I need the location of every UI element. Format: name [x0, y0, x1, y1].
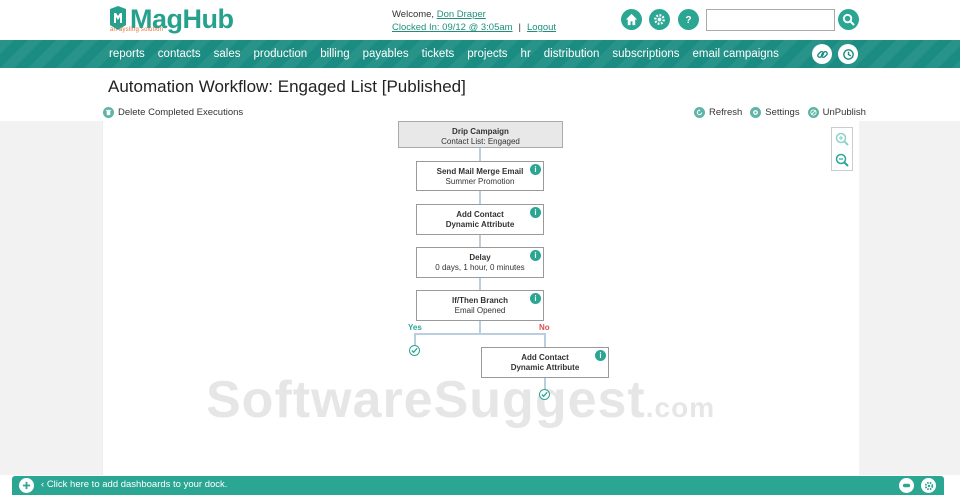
node-title: Add Contact [521, 353, 569, 362]
gear-icon [924, 481, 933, 490]
zoom-out-button[interactable] [832, 149, 852, 170]
no-label: No [539, 323, 550, 332]
add-contact-node[interactable]: i Add Contact Dynamic Attribute [416, 204, 544, 235]
unpublish-button[interactable]: UnPublish [807, 106, 866, 118]
zoom-in-button[interactable] [832, 128, 852, 149]
zoom-in-icon [835, 132, 849, 146]
nav-sales[interactable]: sales [214, 48, 241, 60]
page-title: Automation Workflow: Engaged List [Publi… [108, 77, 466, 96]
app-header: MagHub an aysling solution Welcome, Don … [0, 0, 960, 40]
unpublish-label: UnPublish [822, 106, 866, 118]
question-icon: ? [685, 15, 691, 26]
nav-projects[interactable]: projects [467, 48, 507, 60]
yes-label: Yes [408, 323, 422, 332]
nav-tickets[interactable]: tickets [422, 48, 455, 60]
settings-action-button[interactable]: Settings [750, 106, 800, 118]
search-icon [842, 13, 855, 26]
if-then-branch-node[interactable]: i If/Then Branch Email Opened [416, 290, 544, 321]
info-icon[interactable]: i [530, 250, 541, 261]
search-button[interactable] [838, 9, 859, 30]
welcome-block: Welcome, Don Draper Clocked In: 09/12 @ … [392, 8, 556, 34]
connector [479, 320, 481, 334]
nav-production[interactable]: production [253, 48, 307, 60]
connector-no [544, 333, 546, 347]
connector [479, 147, 481, 161]
info-icon[interactable]: i [530, 293, 541, 304]
node-subtitle: Email Opened [454, 306, 506, 315]
trigger-node[interactable]: Drip Campaign Contact List: Engaged [398, 121, 563, 148]
canvas-gutter-right [859, 121, 960, 475]
node-subtitle: Dynamic Attribute [445, 220, 515, 229]
node-title: If/Then Branch [451, 296, 508, 305]
node-title: Add Contact [456, 210, 504, 219]
history-button[interactable] [838, 44, 858, 64]
dashboard-dock[interactable]: ‹ Click here to add dashboards to your d… [12, 476, 944, 495]
send-email-node[interactable]: i Send Mail Merge Email Summer Promotion [416, 161, 544, 191]
watermark: SoftwareSuggest.com [206, 371, 716, 429]
home-button[interactable] [621, 9, 642, 30]
gear-icon [654, 14, 665, 25]
welcome-prefix: Welcome, [392, 9, 435, 20]
node-subtitle: Dynamic Attribute [510, 363, 580, 372]
node-title: Send Mail Merge Email [436, 167, 524, 176]
node-subtitle: 0 days, 1 hour, 0 minutes [435, 263, 525, 272]
zoom-out-icon [835, 153, 849, 167]
logout-link[interactable]: Logout [527, 22, 556, 33]
plus-icon [22, 481, 31, 490]
dock-settings-button[interactable] [921, 478, 936, 493]
svg-text:?: ? [685, 15, 691, 26]
nav-subscriptions[interactable]: subscriptions [612, 48, 679, 60]
delete-completed-button[interactable]: Delete Completed Executions [103, 106, 244, 118]
right-actions: Refresh Settings UnPublish [686, 105, 866, 119]
node-title: Drip Campaign [452, 127, 509, 136]
refresh-button[interactable]: Refresh [694, 106, 743, 118]
nav-reports[interactable]: reports [109, 48, 145, 60]
end-check-icon [409, 345, 420, 356]
toggle-icon [902, 483, 911, 488]
unpublish-icon [807, 106, 819, 118]
node-title: Delay [469, 253, 491, 262]
user-name-link[interactable]: Don Draper [437, 9, 486, 20]
delay-node[interactable]: i Delay 0 days, 1 hour, 0 minutes [416, 247, 544, 278]
nav-email-campaigns[interactable]: email campaigns [693, 48, 779, 60]
nav-distribution[interactable]: distribution [544, 48, 600, 60]
nav-contacts[interactable]: contacts [158, 48, 201, 60]
dock-hint[interactable]: ‹ Click here to add dashboards to your d… [41, 479, 227, 490]
node-subtitle: Summer Promotion [445, 177, 515, 186]
connector [479, 190, 481, 204]
link-icon [816, 50, 828, 58]
clock-status-link[interactable]: Clocked In: 09/12 @ 3:05am [392, 22, 513, 33]
canvas-gutter-left [0, 121, 102, 475]
refresh-icon [694, 106, 705, 118]
info-icon[interactable]: i [595, 350, 606, 361]
info-icon[interactable]: i [530, 207, 541, 218]
history-icon [842, 48, 854, 60]
dock-toggle-button[interactable] [899, 478, 914, 493]
add-contact-node-no-branch[interactable]: i Add Contact Dynamic Attribute [481, 347, 609, 378]
left-actions: Delete Completed Executions [103, 105, 243, 119]
separator: | [518, 22, 522, 33]
connector [479, 277, 481, 290]
nav-hr[interactable]: hr [521, 48, 531, 60]
delete-completed-label: Delete Completed Executions [118, 106, 244, 118]
settings-button[interactable] [649, 9, 670, 30]
add-dashboard-button[interactable] [19, 478, 34, 493]
home-icon [625, 13, 638, 26]
help-button[interactable]: ? [678, 9, 699, 30]
end-check-icon [539, 389, 550, 400]
branch-connector [414, 333, 546, 335]
search-input[interactable] [706, 9, 835, 31]
trash-icon [103, 106, 114, 118]
connector [479, 234, 481, 247]
settings-icon [750, 106, 762, 118]
nav-payables[interactable]: payables [363, 48, 409, 60]
refresh-label: Refresh [709, 106, 743, 118]
logo-tagline: an aysling solution [110, 27, 164, 33]
info-icon[interactable]: i [530, 164, 541, 175]
link-button[interactable] [812, 44, 832, 64]
settings-label: Settings [765, 106, 800, 118]
nav-billing[interactable]: billing [320, 48, 349, 60]
zoom-controls [831, 127, 853, 171]
node-subtitle: Contact List: Engaged [441, 137, 520, 146]
